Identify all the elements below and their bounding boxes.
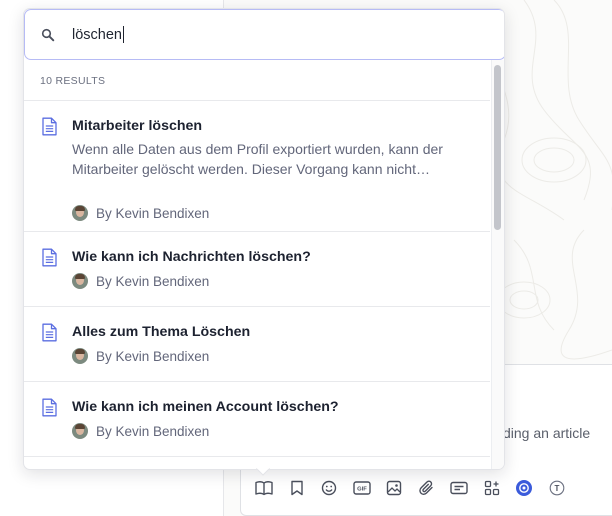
avatar <box>72 205 88 221</box>
scrollbar-thumb[interactable] <box>494 65 501 230</box>
result-author: By Kevin Bendixen <box>72 273 209 289</box>
result-author: By Kevin Bendixen <box>72 348 209 364</box>
article-search-popup: 10 RESULTS Mitarbeiter löschen Wenn alle… <box>23 8 505 470</box>
composer-hint-text: ding an article <box>503 425 591 441</box>
svg-text:T: T <box>554 484 559 493</box>
results-list: Mitarbeiter löschen Wenn alle Daten aus … <box>24 100 490 469</box>
gif-icon[interactable]: GIF <box>350 476 374 500</box>
card-icon[interactable] <box>447 476 471 500</box>
result-author: By Kevin Bendixen <box>72 423 209 439</box>
help-icon[interactable] <box>512 476 536 500</box>
t-icon[interactable]: T <box>545 476 569 500</box>
composer-toolbar: GIF T <box>252 476 577 500</box>
search-input[interactable] <box>72 24 472 46</box>
search-icon <box>41 28 55 42</box>
svg-text:GIF: GIF <box>357 487 367 493</box>
text-caret <box>122 26 124 43</box>
author-name: By Kevin Bendixen <box>96 205 210 221</box>
result-title: Alles zum Thema Löschen <box>72 324 251 340</box>
result-item[interactable]: Wie kann ich Nachrichten löschen? By Kev… <box>24 231 490 306</box>
document-icon <box>42 398 57 417</box>
result-item[interactable]: Mitarbeiter löschen Wenn alle Daten aus … <box>24 100 490 231</box>
result-item[interactable]: Alles zum Thema Löschen By Kevin Bendixe… <box>24 306 490 381</box>
result-title: Wie kann ich Nachrichten löschen? <box>72 249 311 265</box>
document-icon <box>42 248 57 267</box>
document-icon <box>42 323 57 342</box>
result-title: Wie kann ich meinen Account löschen? <box>72 399 339 415</box>
document-icon <box>42 117 57 136</box>
bookmark-icon[interactable] <box>285 476 309 500</box>
author-name: By Kevin Bendixen <box>96 348 210 364</box>
avatar <box>72 423 88 439</box>
emoji-icon[interactable] <box>317 476 341 500</box>
result-title: Mitarbeiter löschen <box>72 118 203 134</box>
author-name: By Kevin Bendixen <box>96 273 210 289</box>
popup-pointer <box>256 468 270 476</box>
book-icon[interactable] <box>252 476 276 500</box>
avatar <box>72 273 88 289</box>
avatar <box>72 348 88 364</box>
result-item[interactable]: Wie kann ich meinen Account löschen? By … <box>24 381 490 456</box>
paperclip-icon[interactable] <box>415 476 439 500</box>
result-author: By Kevin Bendixen <box>72 205 209 221</box>
image-icon[interactable] <box>382 476 406 500</box>
result-description: Wenn alle Daten aus dem Profil exportier… <box>72 141 443 177</box>
results-count: 10 RESULTS <box>40 75 106 87</box>
author-name: By Kevin Bendixen <box>96 423 210 439</box>
apps-icon[interactable] <box>480 476 504 500</box>
search-bar <box>24 9 504 60</box>
